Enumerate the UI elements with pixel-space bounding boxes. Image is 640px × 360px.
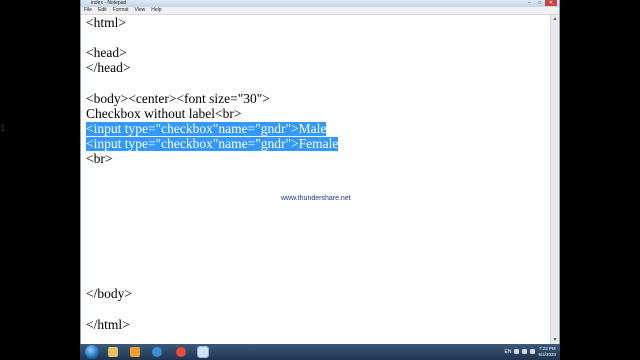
- menu-format[interactable]: Format: [113, 7, 129, 14]
- text-editor-area[interactable]: <html> <head> </head> <body><center><fon…: [81, 15, 552, 344]
- vertical-scrollbar[interactable]: ▲ ▼: [550, 15, 559, 344]
- minimize-button[interactable]: –: [525, 0, 534, 6]
- watermark-text: www.thundershare.net: [281, 195, 351, 202]
- notepad-taskbar-icon[interactable]: [197, 346, 209, 358]
- window-controls: – □ ✕: [525, 0, 557, 7]
- chrome-icon[interactable]: [176, 347, 186, 357]
- code-line: <br>: [86, 151, 113, 166]
- volume-icon[interactable]: [530, 349, 536, 354]
- selected-code-line: <input type="checkbox"name="gndr">Male: [86, 121, 327, 136]
- scroll-down-icon[interactable]: ▼: [551, 336, 559, 344]
- start-orb-icon[interactable]: [85, 345, 99, 359]
- code-line: <head>: [86, 45, 127, 60]
- language-indicator[interactable]: EN: [505, 349, 512, 355]
- code-line: </html>: [86, 317, 130, 332]
- text-cursor-icon: I: [0, 124, 6, 134]
- close-button[interactable]: ✕: [545, 0, 557, 6]
- maximize-button[interactable]: □: [535, 0, 544, 6]
- code-line: Checkbox without label<br>: [86, 106, 242, 121]
- internet-explorer-icon[interactable]: [152, 347, 162, 357]
- menu-edit[interactable]: Edit: [98, 7, 107, 14]
- flag-icon[interactable]: [514, 349, 520, 354]
- code-line: </body>: [86, 286, 132, 301]
- clock-date: 6/4/2020: [538, 351, 556, 357]
- menu-view[interactable]: View: [135, 7, 146, 14]
- code-line: <html>: [86, 15, 126, 30]
- menu-help[interactable]: Help: [151, 7, 161, 14]
- clock[interactable]: 7:23 PM 6/4/2020: [538, 346, 556, 357]
- media-player-icon[interactable]: [130, 347, 140, 357]
- taskbar: EN 7:23 PM 6/4/2020: [80, 344, 560, 360]
- file-explorer-icon[interactable]: [108, 347, 118, 357]
- system-tray: EN 7:23 PM 6/4/2020: [505, 346, 556, 357]
- menu-bar: File Edit Format View Help: [81, 7, 559, 15]
- window-title: index - Notepad: [91, 0, 127, 6]
- menu-file[interactable]: File: [84, 7, 92, 14]
- title-bar[interactable]: index - Notepad – □ ✕: [81, 0, 559, 7]
- selected-code-line: <input type="checkbox"name="gndr">Female: [86, 136, 339, 151]
- scroll-up-icon[interactable]: ▲: [551, 15, 559, 23]
- code-line: </head>: [86, 60, 131, 75]
- code-line: <body><center><font size="30">: [86, 91, 270, 106]
- notepad-window: index - Notepad – □ ✕ File Edit Format V…: [80, 0, 560, 344]
- network-icon[interactable]: [522, 349, 528, 354]
